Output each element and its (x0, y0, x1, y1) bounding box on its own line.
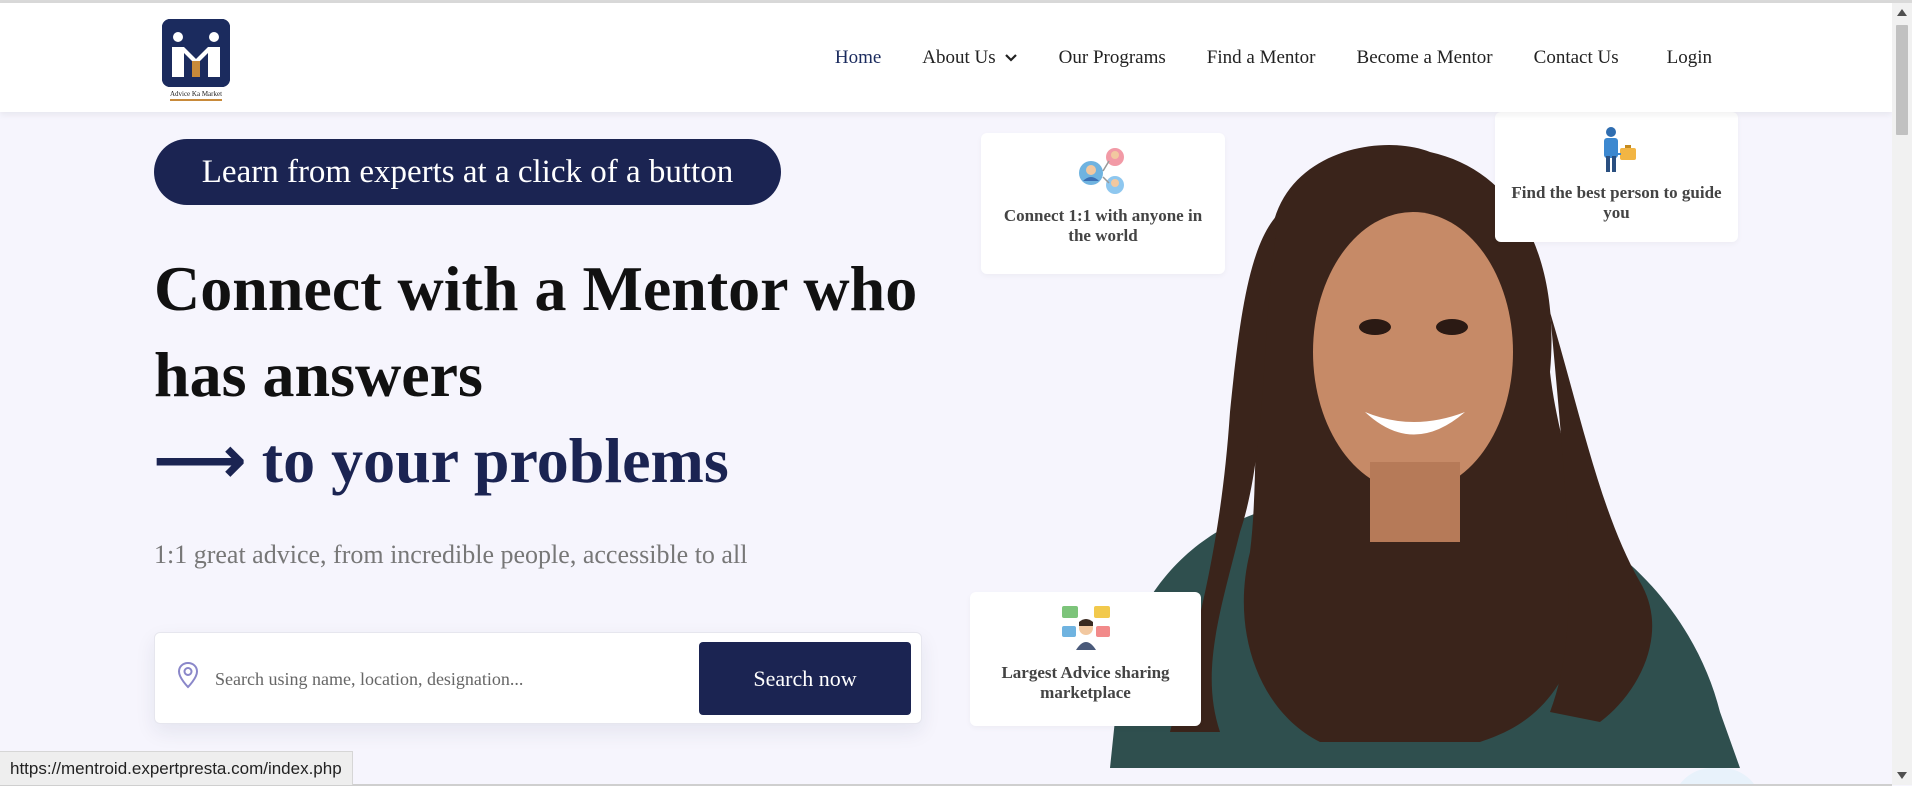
logo-mark (162, 19, 230, 87)
hero-headline: Connect with a Mentor who has answers ⟶ … (154, 246, 954, 504)
page-scrollbar[interactable] (1892, 3, 1912, 785)
hero-subtext: 1:1 great advice, from incredible people… (154, 540, 748, 569)
person-briefcase-icon (1495, 126, 1738, 179)
site-header: Advice Ka Market Home About Us Our Progr… (0, 3, 1892, 112)
feature-card-connect: Connect 1:1 with anyone in the world (981, 133, 1225, 274)
scroll-down-arrow-icon[interactable] (1897, 772, 1907, 779)
people-network-icon (981, 145, 1225, 202)
feature-card-marketplace-text: Largest Advice sharing marketplace (1001, 663, 1170, 702)
nav-become-a-mentor[interactable]: Become a Mentor (1357, 47, 1493, 69)
main-nav: Home About Us Our Programs Find a Mentor… (794, 3, 1712, 112)
advice-chat-icon (970, 604, 1201, 659)
chevron-down-icon (1004, 47, 1018, 69)
feature-card-find: Find the best person to guide you (1495, 112, 1738, 242)
headline-line-2: has answers (154, 339, 483, 410)
logo-m-icon (162, 19, 230, 87)
search-now-button[interactable]: Search now (699, 642, 911, 715)
hero-tagline-pill: Learn from experts at a click of a butto… (154, 139, 781, 205)
scroll-up-arrow-icon[interactable] (1897, 9, 1907, 16)
logo-text: Advice Ka Market (169, 90, 223, 98)
headline-line-3: ⟶ to your problems (154, 425, 729, 496)
nav-find-a-mentor[interactable]: Find a Mentor (1207, 47, 1316, 69)
nav-contact-us[interactable]: Contact Us (1534, 47, 1619, 69)
nav-our-programs[interactable]: Our Programs (1059, 47, 1166, 69)
feature-card-find-text: Find the best person to guide you (1511, 183, 1722, 222)
feature-card-marketplace: Largest Advice sharing marketplace (970, 592, 1201, 726)
nav-about-us[interactable]: About Us (922, 47, 1017, 69)
logo-underline (170, 99, 222, 101)
scroll-thumb[interactable] (1896, 25, 1908, 135)
nav-login[interactable]: Login (1667, 47, 1712, 69)
nav-about-us-label: About Us (922, 46, 996, 68)
feature-card-connect-text: Connect 1:1 with anyone in the world (1003, 206, 1203, 245)
location-pin-icon (177, 661, 199, 689)
status-bar-url: https://mentroid.expertpresta.com/index.… (0, 751, 353, 785)
search-bar: Search now (154, 632, 922, 724)
search-input[interactable] (215, 659, 695, 699)
headline-line-1: Connect with a Mentor who (154, 253, 918, 324)
site-logo[interactable]: Advice Ka Market (160, 19, 232, 101)
nav-home[interactable]: Home (835, 47, 881, 69)
